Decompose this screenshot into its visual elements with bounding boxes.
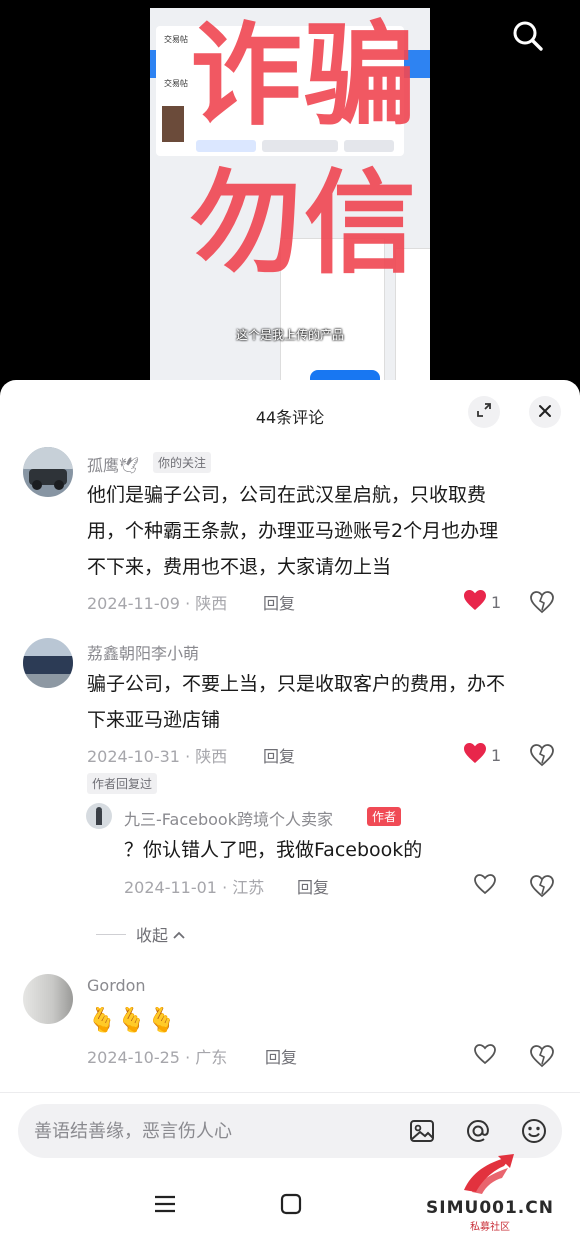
dislike-heart-icon — [529, 1045, 555, 1072]
comment-input[interactable] — [34, 1104, 394, 1158]
heart-outline-icon — [473, 1043, 497, 1069]
divider — [96, 933, 126, 935]
dislike-button[interactable] — [529, 874, 555, 898]
search-icon[interactable] — [508, 16, 548, 56]
heart-outline-icon — [473, 873, 497, 899]
emoji-icon[interactable] — [520, 1117, 548, 1145]
like-count: 1 — [491, 745, 502, 765]
like-button[interactable] — [473, 874, 497, 898]
avatar[interactable] — [23, 638, 73, 688]
like-count: 1 — [491, 592, 502, 612]
like-button[interactable] — [473, 1044, 497, 1068]
following-tag: 你的关注 — [153, 452, 212, 473]
dislike-heart-icon — [529, 591, 555, 618]
comment-text: 🫰🫰🫰 — [87, 1006, 177, 1034]
video-player[interactable]: 交易帖 交易帖 诈骗 勿信 这个是我上传的产品 — [0, 0, 580, 400]
fb-button — [262, 140, 338, 152]
avatar[interactable] — [23, 447, 73, 497]
reply-text: ？你认错人了吧，我做Facebook的 — [124, 839, 423, 861]
comment-text-line: 用，个种霸王条款，办理亚马逊账号2个月也办理 — [87, 520, 499, 542]
like-button[interactable]: 1 — [463, 743, 501, 767]
comment-text-line: 他们是骗子公司，公司在武汉星启航，只收取费 — [87, 484, 487, 506]
watermark-subtext: 私募社区 — [470, 1222, 510, 1233]
dislike-button[interactable] — [529, 1044, 555, 1068]
fb-panel-subtitle: 交易帖 — [164, 79, 188, 88]
heart-icon — [463, 742, 487, 768]
home-square-icon[interactable] — [278, 1192, 304, 1216]
at-icon[interactable] — [464, 1117, 492, 1145]
comment-text-line: 骗子公司，不要上当，只是收取客户的费用，办不 — [87, 673, 506, 695]
collapse-replies-button[interactable]: 收起 — [96, 922, 186, 946]
comment-text-line: 下来亚马逊店铺 — [87, 709, 221, 731]
dislike-heart-icon — [529, 744, 555, 771]
overlay-warning-line2: 勿信 — [190, 159, 418, 289]
chevron-up-icon — [172, 925, 186, 944]
menu-icon[interactable] — [152, 1192, 178, 1216]
comment-date-location: 2024-10-25 · 广东 — [87, 1048, 228, 1067]
close-button[interactable] — [529, 396, 561, 428]
comment-text-line: 不下来，费用也不退，大家请勿上当 — [87, 556, 392, 578]
overlay-warning-line1: 诈骗 — [190, 11, 418, 141]
avatar[interactable] — [23, 974, 73, 1024]
comment-text: 他们是骗子公司，公司在武汉星启航，只收取费 用，个种霸王条款，办理亚马逊账号2个… — [87, 477, 498, 585]
like-button[interactable]: 1 — [463, 590, 501, 614]
expand-button[interactable] — [468, 396, 500, 428]
avatar[interactable] — [86, 803, 112, 829]
heart-icon — [463, 589, 487, 615]
fb-button — [196, 140, 256, 152]
author-replied-tag: 作者回复过 — [87, 773, 158, 794]
watermark-logo-icon — [458, 1152, 518, 1200]
video-subtitle: 这个是我上传的产品 — [235, 328, 344, 342]
comment-input-bar — [18, 1104, 562, 1158]
sheet-header: 44条评论 — [0, 380, 580, 446]
reply-date-location: 2024-11-01 · 江苏 — [124, 878, 265, 897]
collapse-label: 收起 — [136, 926, 169, 945]
watermark-text: SIMU001.CN — [426, 1198, 554, 1218]
reply-username[interactable]: 九三-Facebook跨境个人卖家 — [124, 806, 333, 830]
fb-product-thumb — [162, 106, 184, 142]
reply-button[interactable]: 回复 — [263, 743, 295, 767]
comment-text: 骗子公司，不要上当，只是收取客户的费用，办不 下来亚马逊店铺 — [87, 666, 505, 738]
expand-icon — [476, 402, 492, 422]
dislike-heart-icon — [529, 875, 555, 902]
comment-username[interactable]: Gordon — [87, 976, 146, 995]
reply-button[interactable]: 回复 — [297, 874, 329, 898]
comment-date-location: 2024-10-31 · 陕西 — [87, 747, 228, 766]
watermark: SIMU001.CN 私募社区 — [402, 1152, 578, 1236]
reply-button[interactable]: 回复 — [265, 1044, 297, 1068]
comment-username[interactable]: 孤鹰🕊 — [87, 452, 139, 476]
fb-panel-title: 交易帖 — [164, 35, 188, 44]
comment-username[interactable]: 荔鑫朝阳李小萌 — [87, 640, 199, 664]
dislike-button[interactable] — [529, 743, 555, 767]
divider — [0, 1092, 580, 1093]
image-icon[interactable] — [408, 1117, 436, 1145]
comment-date-location: 2024-11-09 · 陕西 — [87, 594, 228, 613]
close-icon — [538, 403, 552, 422]
fb-button — [344, 140, 394, 152]
reply-button[interactable]: 回复 — [263, 590, 295, 614]
dislike-button[interactable] — [529, 590, 555, 614]
author-tag: 作者 — [367, 807, 402, 826]
